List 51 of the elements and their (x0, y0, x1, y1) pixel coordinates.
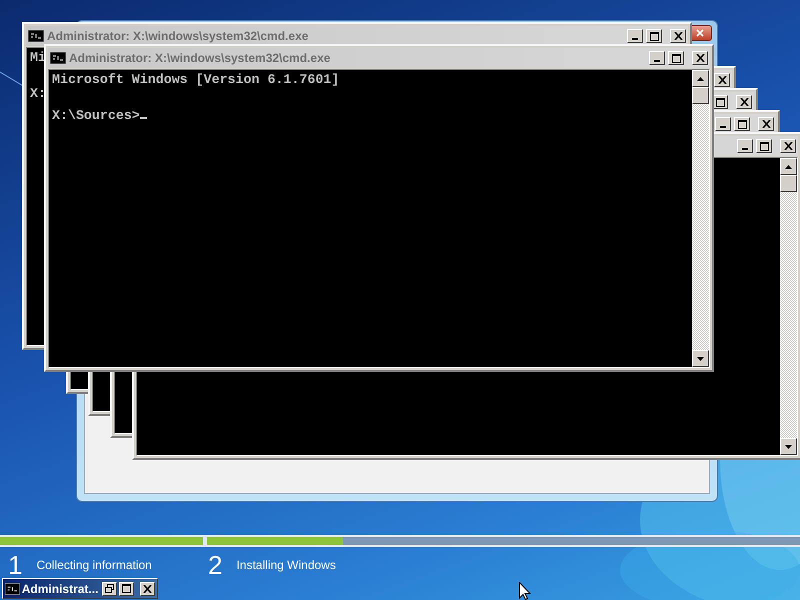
maximize-icon (672, 54, 680, 62)
console-text: Microsoft Windows [Version 6.1.7601] X:\Sources> (52, 72, 340, 123)
scroll-down-button[interactable] (692, 350, 709, 367)
minimized-window[interactable]: Administrat... (2, 578, 158, 599)
scroll-up-button[interactable] (780, 158, 797, 175)
maximize-icon (650, 32, 658, 40)
close-icon (740, 98, 748, 106)
scroll-thumb[interactable] (780, 175, 797, 192)
restore-icon (105, 584, 114, 593)
scroll-up-button[interactable] (692, 70, 709, 87)
step-label: Installing Windows (236, 557, 336, 574)
up-arrow-icon (697, 76, 704, 80)
minimize-button[interactable] (737, 139, 753, 153)
maximize-button[interactable] (668, 51, 684, 65)
console-icon (5, 582, 20, 594)
down-arrow-icon (697, 356, 704, 360)
maximize-icon (760, 142, 768, 150)
close-icon (762, 120, 770, 128)
close-icon (718, 76, 726, 84)
scroll-down-button[interactable] (780, 438, 797, 455)
maximize-button[interactable] (756, 139, 772, 153)
scrollbar[interactable] (780, 158, 797, 455)
scrollbar[interactable] (692, 70, 709, 367)
window-title: Administrator: X:\windows\system32\cmd.exe (47, 28, 308, 45)
step-label: Collecting information (36, 557, 152, 574)
maximize-icon (122, 584, 132, 593)
restore-button[interactable] (102, 582, 118, 596)
close-icon (674, 32, 682, 40)
minimize-button[interactable] (627, 29, 643, 43)
maximize-icon (738, 120, 746, 128)
scroll-thumb[interactable] (692, 87, 709, 104)
maximize-button[interactable] (119, 582, 134, 596)
step-number: 1 (8, 553, 22, 577)
up-arrow-icon (785, 164, 792, 168)
close-icon (784, 142, 792, 150)
maximize-icon (716, 98, 724, 106)
window-title: Administrat... (22, 580, 98, 598)
down-arrow-icon (785, 444, 792, 448)
minimize-button[interactable] (649, 51, 665, 65)
maximize-button[interactable] (734, 117, 750, 131)
console-icon (50, 52, 66, 64)
close-icon (143, 584, 152, 592)
close-icon (696, 54, 704, 62)
step-number: 2 (208, 553, 222, 577)
close-icon (696, 29, 704, 37)
window-title: Administrator: X:\windows\system32\cmd.exe (69, 50, 330, 67)
console-icon (28, 30, 44, 42)
minimize-button[interactable] (715, 117, 731, 131)
mouse-pointer-icon (519, 582, 531, 600)
console-text: Mi X: (30, 50, 46, 101)
maximize-button[interactable] (646, 29, 662, 43)
